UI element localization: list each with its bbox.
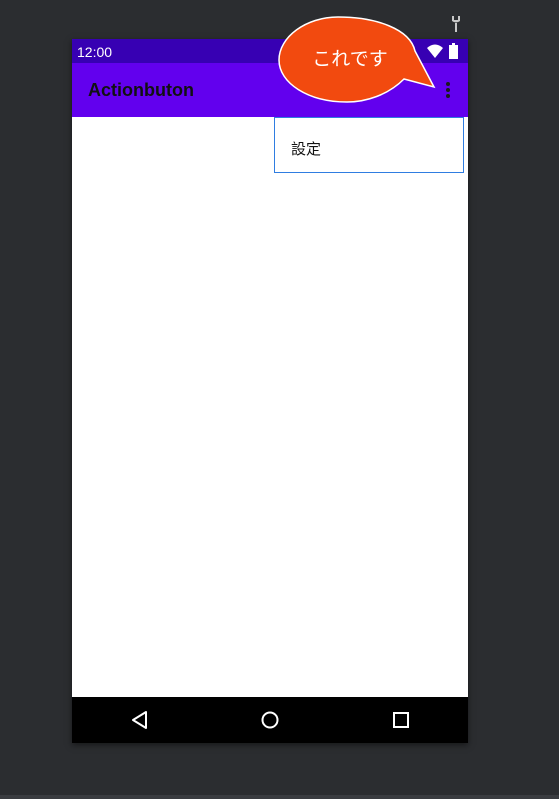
overflow-menu: 設定: [274, 117, 464, 173]
status-time: 12:00: [77, 44, 113, 60]
battery-icon: [449, 43, 458, 59]
menu-item-settings[interactable]: 設定: [275, 118, 463, 172]
app-title: Actionbuton: [88, 80, 194, 100]
wrench-icon: [452, 16, 460, 32]
window-bottom-edge: [0, 795, 559, 799]
main-content: [72, 117, 468, 697]
recents-icon[interactable]: [386, 705, 416, 735]
menu-item-label: 設定: [291, 140, 322, 158]
home-icon[interactable]: [255, 705, 285, 735]
more-vert-icon[interactable]: [436, 75, 460, 105]
navigation-bar: [72, 697, 468, 743]
back-icon[interactable]: [125, 705, 155, 735]
callout-text: これです: [312, 48, 388, 70]
